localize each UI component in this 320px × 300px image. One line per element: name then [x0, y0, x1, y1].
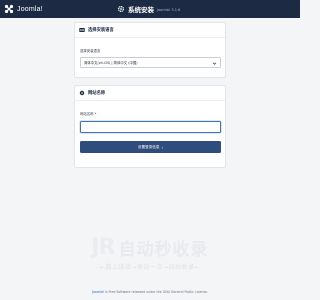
- site-name-input[interactable]: [80, 121, 221, 133]
- setup-login-button[interactable]: 设置登录信息 ›: [80, 141, 221, 153]
- language-card-heading: 选择安装语言: [88, 28, 114, 33]
- joomla-logo-icon: [4, 4, 14, 14]
- footer: Joomla! is Free Software released under …: [0, 290, 300, 294]
- footer-text: is Free Software released under the GNU …: [105, 290, 208, 294]
- settings-icon: [79, 90, 85, 96]
- language-card: 选择安装语言 选择安装语言 简体中文(zh-CN) | 简体中文 (中国): [74, 22, 226, 78]
- site-name-card: 网站名称 网站名称 * 设置登录信息 ›: [74, 85, 226, 168]
- language-select-value: 简体中文(zh-CN) | 简体中文 (中国): [84, 61, 138, 65]
- language-select[interactable]: 简体中文(zh-CN) | 简体中文 (中国): [80, 57, 221, 68]
- gear-icon: [117, 5, 125, 13]
- site-name-field-label: 网站名称 *: [80, 112, 97, 116]
- site-name-card-header: 网站名称: [75, 86, 225, 101]
- watermark-logo: JR 自动秒收录: [0, 235, 300, 260]
- setup-login-button-label: 设置登录信息: [137, 144, 160, 149]
- watermark-mark-icon: JR: [91, 235, 115, 260]
- watermark-subtitle: ←数上链接→来访一次→自动收录←: [99, 264, 201, 271]
- chevron-right-icon: ›: [161, 144, 164, 150]
- language-field-label: 选择安装语言: [80, 49, 101, 53]
- joomla-logo[interactable]: Joomla!: [4, 4, 43, 14]
- page-title-group: 系统安装 Joomla! 3.1.6: [117, 4, 180, 14]
- language-icon: [79, 28, 85, 32]
- site-name-card-heading: 网站名称: [88, 91, 106, 96]
- version-label: Joomla! 3.1.6: [157, 7, 181, 12]
- footer-joomla-link[interactable]: Joomla!: [92, 290, 104, 294]
- chevron-down-icon: [212, 62, 217, 65]
- top-bar: Joomla! 系统安装 Joomla! 3.1.6: [0, 0, 300, 18]
- logo-text: Joomla!: [17, 5, 43, 13]
- page-title: 系统安装: [128, 6, 154, 14]
- language-card-header: 选择安装语言: [75, 23, 225, 38]
- watermark-title: 自动秒收录: [118, 240, 209, 260]
